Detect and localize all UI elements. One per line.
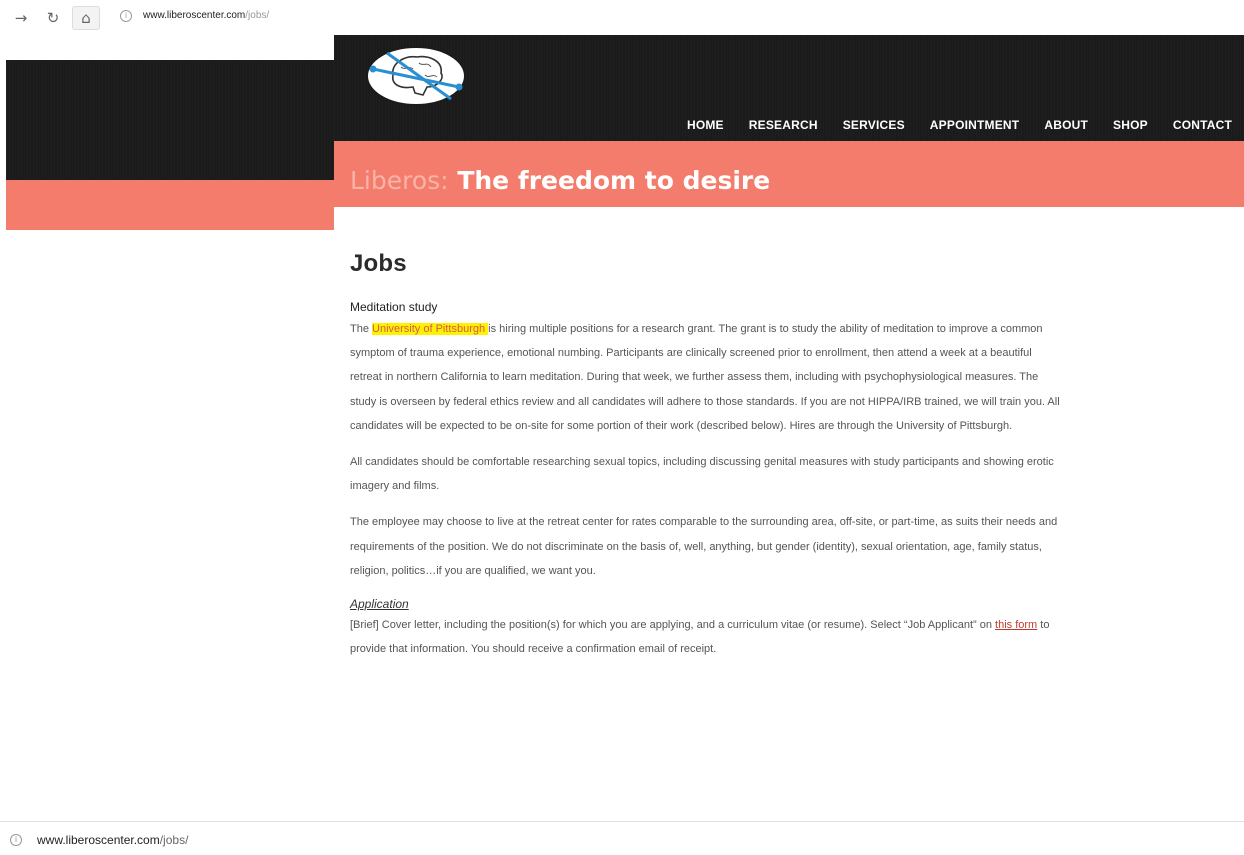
- status-divider: [0, 821, 1244, 822]
- home-button[interactable]: ⌂: [72, 6, 100, 30]
- nav-about[interactable]: ABOUT: [1044, 118, 1088, 132]
- intro-prefix: The: [350, 323, 373, 335]
- nav-research[interactable]: RESEARCH: [749, 118, 818, 132]
- banner-title: Liberos: The freedom to desire: [350, 166, 770, 195]
- left-dark-panel: [6, 60, 334, 180]
- url-path: /jobs/: [245, 10, 270, 21]
- banner-tagline: The freedom to desire: [457, 166, 771, 195]
- nav-services[interactable]: SERVICES: [843, 118, 905, 132]
- status-bar: i www.liberoscenter.com/jobs/: [0, 828, 1244, 855]
- main-navigation: HOME RESEARCH SERVICES APPOINTMENT ABOUT…: [662, 118, 1232, 132]
- nav-home[interactable]: HOME: [687, 118, 724, 132]
- brain-logo-icon[interactable]: [365, 45, 467, 107]
- home-icon: ⌂: [81, 9, 91, 27]
- nav-appointment[interactable]: APPOINTMENT: [930, 118, 1020, 132]
- status-url-path: /jobs/: [159, 833, 189, 847]
- url-host: www.liberoscenter.com: [143, 10, 246, 21]
- application-paragraph: [Brief] Cover letter, including the posi…: [350, 613, 1060, 661]
- site-info-icon[interactable]: i: [120, 10, 132, 22]
- university-highlight: University of Pittsburgh: [372, 323, 489, 335]
- forward-arrow-icon[interactable]: →: [12, 9, 30, 27]
- application-prefix: [Brief] Cover letter, including the posi…: [350, 619, 996, 632]
- status-url-host: www.liberoscenter.com: [37, 833, 160, 847]
- application-heading: Application: [350, 597, 409, 612]
- main-content: Jobs Meditation study The University of …: [350, 250, 1060, 673]
- application-form-link[interactable]: this form: [995, 619, 1037, 631]
- policy-paragraph: The employee may choose to live at the r…: [350, 516, 1058, 577]
- requirements-paragraph: All candidates should be comfortable res…: [350, 456, 1054, 493]
- nav-contact[interactable]: CONTACT: [1173, 118, 1232, 132]
- address-bar[interactable]: www.liberoscenter.com/jobs/: [143, 10, 269, 21]
- intro-paragraph: The University of Pittsburgh is hiring m…: [350, 317, 1060, 438]
- browser-toolbar: → ↻ ⌂ i www.liberoscenter.com/jobs/: [0, 0, 1244, 34]
- banner-brand: Liberos:: [350, 166, 449, 195]
- reload-icon[interactable]: ↻: [44, 9, 62, 27]
- status-info-icon: i: [10, 834, 22, 846]
- nav-shop[interactable]: SHOP: [1113, 118, 1148, 132]
- page-title: Jobs: [350, 250, 407, 277]
- section-heading: Meditation study: [350, 300, 438, 314]
- left-salmon-panel: [6, 180, 334, 230]
- status-url: www.liberoscenter.com/jobs/: [37, 833, 188, 847]
- intro-rest: is hiring multiple positions for a resea…: [350, 323, 1060, 432]
